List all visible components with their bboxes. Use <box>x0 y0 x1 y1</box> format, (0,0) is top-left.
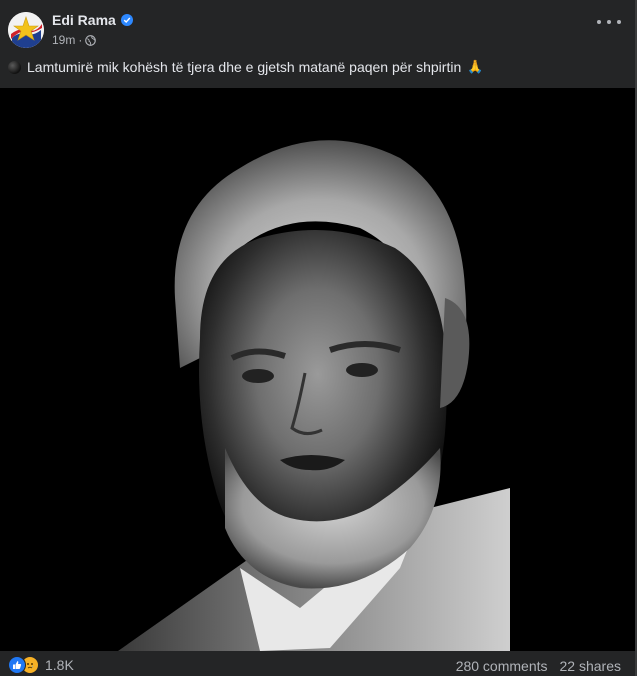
more-dot-icon <box>597 20 601 24</box>
party-logo-icon <box>8 12 44 48</box>
reaction-count: 1.8K <box>45 657 74 673</box>
meta-separator: · <box>78 33 83 47</box>
more-options-button[interactable] <box>597 14 621 30</box>
author-avatar[interactable] <box>8 12 44 48</box>
caption-text: Lamtumirë mik kohësh të tjera dhe e gjet… <box>27 59 462 75</box>
author-name-row: Edi Rama <box>52 12 133 28</box>
like-icon <box>8 656 26 674</box>
more-dot-icon <box>607 20 611 24</box>
post-timestamp[interactable]: 19m <box>52 33 75 47</box>
post-photo[interactable] <box>0 88 635 651</box>
globe-icon <box>85 34 97 46</box>
engagement-stats: 280 comments 22 shares <box>456 658 621 674</box>
author-name[interactable]: Edi Rama <box>52 12 116 28</box>
shares-count-link[interactable]: 22 shares <box>560 658 621 674</box>
folded-hands-icon: 🙏 <box>467 59 484 74</box>
post-header: Edi Rama 19m · <box>0 0 635 54</box>
more-dot-icon <box>617 20 621 24</box>
post-footer: 1.8K 280 comments 22 shares <box>0 651 635 676</box>
portrait-photo <box>0 88 635 651</box>
reactions-summary[interactable]: 1.8K <box>8 656 74 674</box>
post-caption: Lamtumirë mik kohësh të tjera dhe e gjet… <box>8 59 623 75</box>
facebook-post: Edi Rama 19m · Lamtumirë mik kohësh të t… <box>0 0 637 676</box>
post-meta: 19m · <box>52 33 97 47</box>
black-circle-icon <box>8 60 21 74</box>
verified-badge-icon <box>120 14 133 26</box>
comments-count-link[interactable]: 280 comments <box>456 658 548 674</box>
